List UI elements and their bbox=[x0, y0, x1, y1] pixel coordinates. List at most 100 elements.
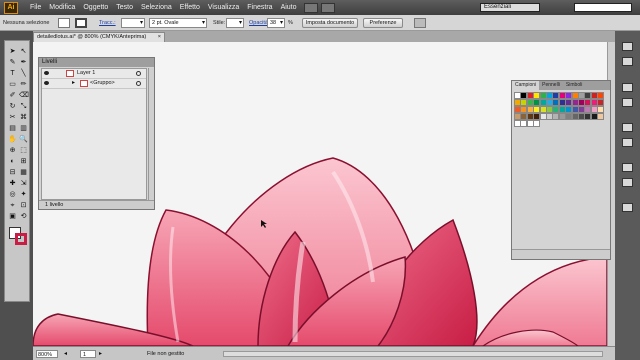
menu-item[interactable]: Testo bbox=[112, 4, 137, 11]
layer-row[interactable]: Layer 1 bbox=[42, 69, 146, 79]
visibility-eye-icon[interactable] bbox=[44, 81, 49, 85]
pencil-icon[interactable]: ✐ bbox=[8, 91, 17, 100]
tab-symbols[interactable]: Simboli bbox=[563, 81, 585, 90]
scale-tool-icon[interactable]: ⤡ bbox=[19, 102, 28, 111]
shape-builder-icon[interactable]: ⊕ bbox=[8, 146, 17, 155]
symbol-sprayer-icon[interactable]: ▥ bbox=[19, 124, 28, 133]
mesh-tool-icon[interactable]: ◐ bbox=[8, 157, 17, 166]
dock-icon[interactable] bbox=[622, 83, 633, 92]
visibility-eye-icon[interactable] bbox=[44, 71, 49, 75]
menu-item[interactable]: Oggetto bbox=[79, 4, 112, 11]
magic-wand-icon[interactable]: ✎ bbox=[8, 58, 17, 67]
align-icon[interactable] bbox=[414, 18, 426, 28]
swatches-tabs: Campioni Pennelli Simboli bbox=[512, 81, 610, 90]
dock-icon[interactable] bbox=[622, 203, 633, 212]
document-tab-title: detailedlotus.ai* @ 800% (CMYK/Anteprima… bbox=[37, 34, 147, 40]
color-swatch[interactable] bbox=[597, 99, 605, 106]
layers-scrollbar[interactable] bbox=[148, 68, 154, 200]
page-field[interactable]: 1 bbox=[80, 350, 96, 358]
rotate-tool-icon[interactable]: ↻ bbox=[8, 102, 17, 111]
slice-tool-icon[interactable]: ◎ bbox=[8, 190, 17, 199]
eyedropper-icon[interactable]: ⊟ bbox=[8, 168, 17, 177]
dock-icon[interactable] bbox=[622, 163, 633, 172]
stroke-link[interactable]: Tracc.: bbox=[99, 18, 116, 28]
hand-tool-icon[interactable]: ✋ bbox=[8, 135, 17, 144]
menu-item[interactable]: Aiuto bbox=[277, 4, 301, 11]
dock-icon[interactable] bbox=[622, 42, 633, 51]
target-circle-icon[interactable] bbox=[136, 71, 141, 76]
target-circle-icon[interactable] bbox=[136, 81, 141, 86]
dock-icon[interactable] bbox=[622, 178, 633, 187]
column-graph-icon[interactable]: ✚ bbox=[8, 179, 17, 188]
crop-area-icon[interactable]: ⊡ bbox=[19, 201, 28, 210]
document-tab[interactable]: detailedlotus.ai* @ 800% (CMYK/Anteprima… bbox=[33, 32, 165, 42]
stroke-weight-dropdown[interactable] bbox=[121, 18, 145, 28]
dock-icon[interactable] bbox=[622, 57, 633, 66]
horizontal-scrollbar[interactable] bbox=[223, 351, 603, 357]
fill-swatch[interactable] bbox=[58, 18, 70, 28]
menu-item[interactable]: Seleziona bbox=[137, 4, 176, 11]
gradient-tool-icon[interactable]: ⊞ bbox=[19, 157, 28, 166]
dock-icon[interactable] bbox=[622, 98, 633, 107]
layer-row[interactable]: ▸ <Gruppo> bbox=[42, 79, 146, 89]
color-swatch[interactable] bbox=[533, 120, 541, 127]
prev-page-icon[interactable]: ◂ bbox=[64, 350, 67, 358]
color-swatch[interactable] bbox=[597, 113, 605, 120]
brush-dropdown[interactable]: 2 pt. Ovale bbox=[149, 18, 207, 28]
selection-label: Nessuna selezione bbox=[3, 20, 50, 26]
tab-swatches[interactable]: Campioni bbox=[512, 81, 540, 90]
menu-item[interactable]: Effetto bbox=[176, 4, 204, 11]
search-input[interactable] bbox=[574, 3, 632, 12]
menu-bar: Ai File Modifica Oggetto Testo Seleziona Effe… bbox=[0, 0, 640, 15]
menu-item[interactable]: Visualizza bbox=[204, 4, 243, 11]
app-logo: Ai bbox=[4, 1, 18, 14]
group-name: <Gruppo> bbox=[90, 80, 115, 86]
free-transform-icon[interactable]: ▤ bbox=[8, 124, 17, 133]
dock-icon[interactable] bbox=[622, 138, 633, 147]
group-thumbnail bbox=[80, 80, 88, 87]
stroke-swatch[interactable] bbox=[75, 18, 87, 28]
dock-icon[interactable] bbox=[622, 123, 633, 132]
next-page-icon[interactable]: ▸ bbox=[99, 350, 102, 358]
pen-tool-icon[interactable]: ✒ bbox=[19, 58, 28, 67]
workspace-switcher[interactable]: Essenziali bbox=[480, 3, 540, 12]
zoom-tool-icon[interactable]: 🔍 bbox=[19, 135, 28, 144]
live-paint-icon[interactable]: ✦ bbox=[19, 190, 28, 199]
rectangle-tool-icon[interactable]: ▭ bbox=[8, 80, 17, 89]
preferences-button[interactable]: Preferenze bbox=[363, 18, 403, 28]
scissors-icon[interactable]: ✂ bbox=[8, 113, 17, 122]
rotate-view-icon[interactable]: ⟲ bbox=[19, 212, 28, 221]
live-paint-selection-icon[interactable]: ⌖ bbox=[8, 201, 17, 210]
opacity-input[interactable]: 38 bbox=[267, 18, 285, 28]
artboard-tool-icon[interactable]: ⇲ bbox=[19, 179, 28, 188]
menu-items: File Modifica Oggetto Testo Seleziona Effetto… bbox=[26, 4, 301, 11]
color-swatch[interactable] bbox=[597, 92, 605, 99]
document-setup-button[interactable]: Imposta documento bbox=[302, 18, 358, 28]
menu-item[interactable]: Modifica bbox=[45, 4, 79, 11]
menu-item[interactable]: File bbox=[26, 4, 45, 11]
chart-tool-icon[interactable]: ▣ bbox=[8, 212, 17, 221]
blend-tool-icon[interactable]: ▦ bbox=[19, 168, 28, 177]
status-bar: 800% ◂ 1 ▸ File non gestito bbox=[33, 346, 615, 360]
bridge-button[interactable] bbox=[303, 2, 318, 13]
selection-tool-icon[interactable]: ➤ bbox=[8, 47, 17, 56]
close-icon[interactable]: × bbox=[158, 33, 161, 42]
direct-selection-tool-icon[interactable]: ↖ bbox=[19, 47, 28, 56]
arrange-documents-button[interactable] bbox=[320, 2, 335, 13]
layers-list: Layer 1 ▸ <Gruppo> bbox=[41, 68, 147, 200]
tool-stroke-swatch[interactable] bbox=[15, 233, 27, 245]
perspective-grid-icon[interactable]: ⬚ bbox=[19, 146, 28, 155]
color-swatch[interactable] bbox=[597, 106, 605, 113]
expand-triangle-icon[interactable]: ▸ bbox=[72, 79, 75, 88]
style-dropdown[interactable] bbox=[226, 18, 244, 28]
zoom-field[interactable]: 800% bbox=[36, 350, 58, 358]
type-tool-icon[interactable]: T bbox=[8, 69, 17, 78]
tab-brushes[interactable]: Pennelli bbox=[539, 81, 563, 90]
line-tool-icon[interactable]: ╲ bbox=[19, 69, 28, 78]
menu-item[interactable]: Finestra bbox=[243, 4, 276, 11]
warp-tool-icon[interactable]: ⌘ bbox=[19, 113, 28, 122]
paintbrush-icon[interactable]: ✏ bbox=[19, 80, 28, 89]
eraser-icon[interactable]: ⌫ bbox=[19, 91, 29, 100]
layers-panel: Livelli Layer 1 ▸ <Gruppo> 1 livello bbox=[38, 57, 155, 210]
opacity-unit: % bbox=[288, 20, 293, 26]
